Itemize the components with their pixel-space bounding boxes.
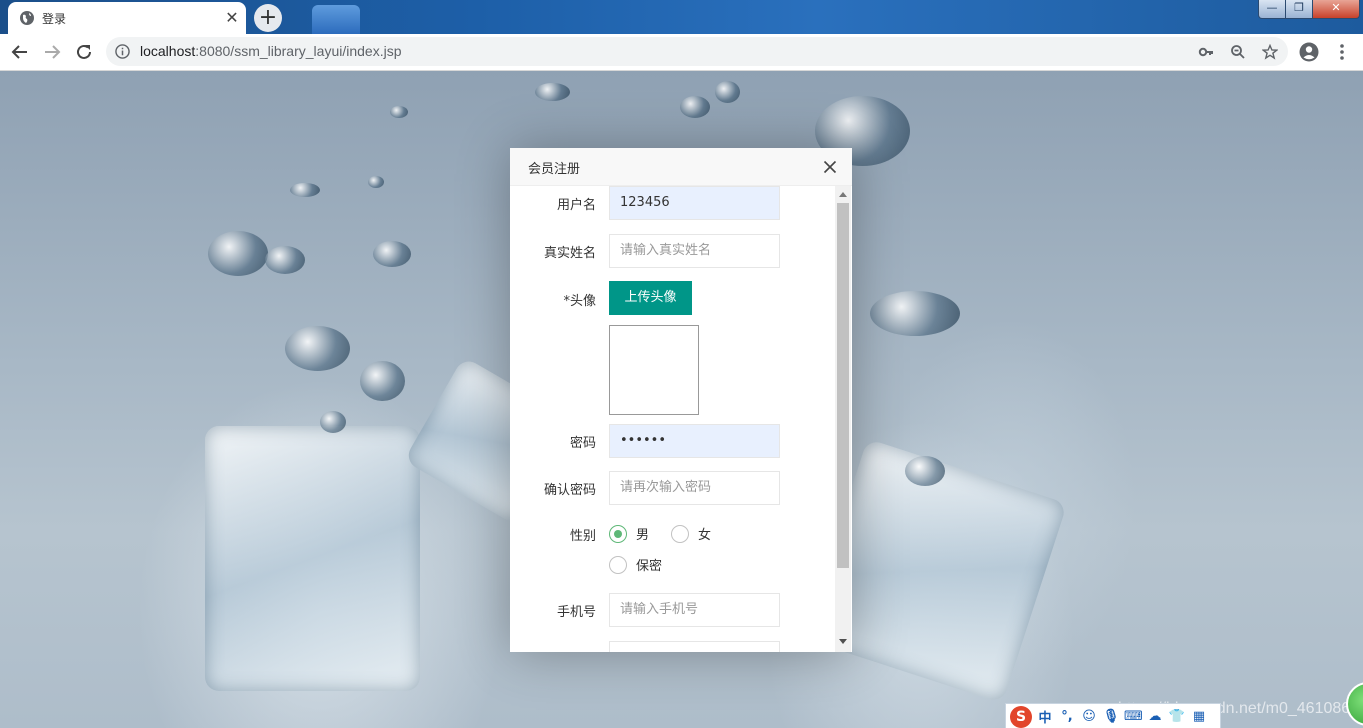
title-bar: 登录 ✕ + — ❐ ✕: [0, 0, 1363, 34]
bubble-image: [360, 361, 405, 401]
dialog-body: 用户名 123456 真实姓名 请输入真实姓名 *头像 上传头像 密码 ••••…: [510, 186, 852, 652]
bubble-image: [870, 291, 960, 336]
avatar-preview: [609, 325, 699, 415]
back-arrow-icon[interactable]: [8, 40, 32, 64]
taskbar-app-icon[interactable]: [312, 5, 360, 34]
forward-arrow-icon[interactable]: [40, 40, 64, 64]
username-label: 用户名: [556, 198, 596, 213]
key-icon[interactable]: [1198, 44, 1214, 60]
info-icon[interactable]: [115, 44, 130, 59]
new-tab-button[interactable]: +: [254, 4, 282, 32]
realname-label: 真实姓名: [543, 246, 596, 261]
skin-icon[interactable]: ☁: [1146, 709, 1164, 724]
grid-icon[interactable]: ▦: [1190, 709, 1208, 724]
confirm-password-input[interactable]: 请再次输入密码: [609, 471, 780, 505]
gender-radio-male[interactable]: 男: [609, 524, 649, 543]
bubble-image: [390, 106, 408, 118]
tab-close-icon[interactable]: ✕: [222, 8, 242, 28]
username-input[interactable]: 123456: [609, 186, 780, 220]
ime-toolbar[interactable]: S 中 °, ☺ 🎙 ⌨ ☁ 👕 ▦: [1005, 703, 1221, 728]
dialog-title: 会员注册: [528, 162, 581, 177]
bubble-image: [320, 411, 346, 433]
scroll-up-icon[interactable]: [839, 192, 847, 197]
radio-unchecked-icon: [671, 524, 689, 543]
url-host: localhost: [140, 43, 196, 59]
zoom-icon[interactable]: [1230, 44, 1246, 60]
ice-cube-image: [205, 426, 420, 691]
bubble-image: [715, 81, 740, 103]
star-icon[interactable]: [1262, 44, 1278, 60]
tab-title: 登录: [42, 12, 67, 26]
bubble-image: [368, 176, 384, 188]
radio-unchecked-icon: [609, 555, 627, 574]
upload-avatar-button[interactable]: 上传头像: [609, 281, 692, 315]
dialog-scrollbar[interactable]: [835, 186, 851, 652]
bubble-image: [285, 326, 350, 371]
bubble-image: [680, 96, 710, 118]
dialog-header: 会员注册: [510, 148, 852, 186]
bubble-image: [265, 246, 305, 274]
globe-icon: [20, 11, 34, 25]
window-close-button[interactable]: ✕: [1312, 0, 1360, 19]
address-bar[interactable]: localhost:8080/ssm_library_layui/index.j…: [106, 37, 1288, 66]
register-dialog: 会员注册 用户名 123456 真实姓名 请输入真实姓名 *头像 上传头像 密码…: [510, 148, 852, 652]
keyboard-icon[interactable]: ⌨: [1124, 709, 1143, 724]
maximize-button[interactable]: ❐: [1285, 0, 1313, 19]
bubble-image: [535, 83, 570, 101]
phone-input[interactable]: 请输入手机号: [609, 593, 780, 627]
browser-tab[interactable]: 登录 ✕: [8, 2, 246, 34]
reload-icon[interactable]: [72, 40, 96, 64]
avatar-label: *头像: [563, 294, 596, 309]
realname-input[interactable]: 请输入真实姓名: [609, 234, 780, 268]
gender-label: 性别: [569, 529, 596, 544]
next-input[interactable]: [609, 641, 780, 652]
gender-option-label: 保密: [636, 559, 663, 574]
gender-option-label: 女: [698, 528, 712, 543]
minimize-button[interactable]: —: [1258, 0, 1286, 19]
confirm-password-label: 确认密码: [543, 483, 596, 498]
browser-toolbar: localhost:8080/ssm_library_layui/index.j…: [0, 34, 1363, 71]
scroll-down-icon[interactable]: [839, 639, 847, 644]
microphone-icon[interactable]: 🎙: [1102, 709, 1120, 724]
gender-radio-female[interactable]: 女: [671, 524, 711, 543]
bubble-image: [905, 456, 945, 486]
phone-label: 手机号: [556, 605, 596, 620]
bubble-image: [373, 241, 411, 267]
password-input[interactable]: ••••••: [609, 424, 780, 458]
account-icon[interactable]: [1299, 42, 1319, 62]
url-path: :8080/ssm_library_layui/index.jsp: [195, 43, 402, 59]
bubble-image: [290, 183, 320, 197]
ime-mode[interactable]: 中: [1036, 707, 1054, 726]
url-text[interactable]: localhost:8080/ssm_library_layui/index.j…: [140, 43, 401, 59]
browser-window: 登录 ✕ + — ❐ ✕ localhost:8080/ssm_library_…: [0, 0, 1363, 728]
smiley-icon[interactable]: ☺: [1080, 709, 1098, 724]
password-label: 密码: [569, 436, 596, 451]
gender-radio-secret[interactable]: 保密: [609, 555, 662, 574]
ime-logo-icon[interactable]: S: [1010, 705, 1032, 728]
bubble-image: [208, 231, 268, 276]
ime-punctuation[interactable]: °,: [1058, 709, 1076, 724]
radio-checked-icon: [609, 524, 627, 543]
gender-option-label: 男: [636, 528, 650, 543]
shirt-icon[interactable]: 👕: [1168, 709, 1186, 724]
scroll-thumb[interactable]: [837, 203, 849, 568]
more-menu-icon[interactable]: [1336, 43, 1348, 61]
close-icon[interactable]: [823, 160, 837, 174]
